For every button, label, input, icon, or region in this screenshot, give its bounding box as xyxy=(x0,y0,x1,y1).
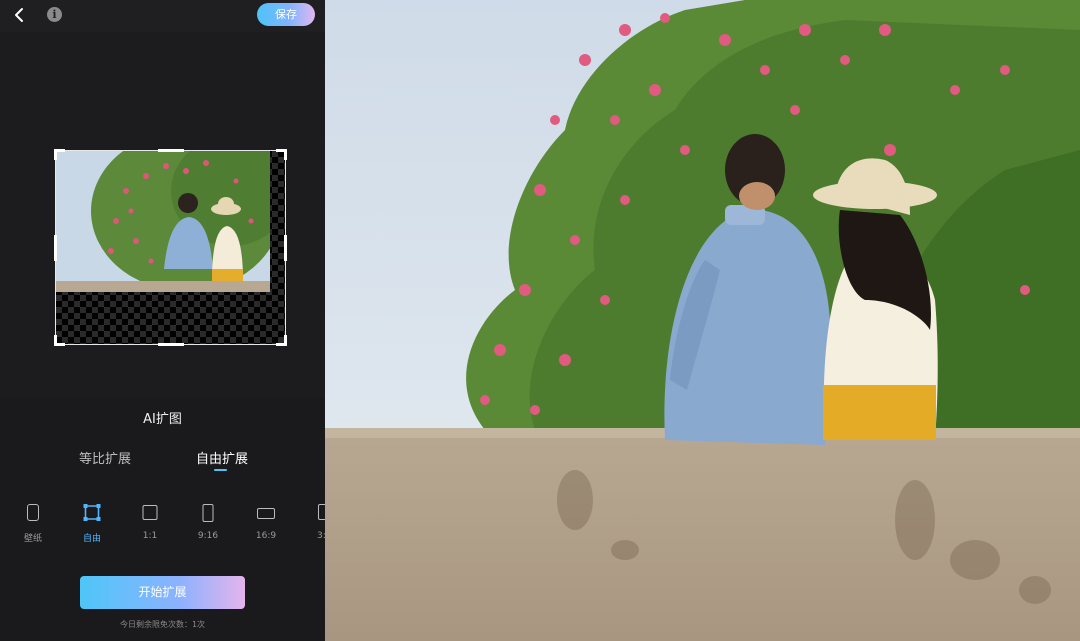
ratio-icon xyxy=(318,504,325,520)
top-bar: i 保存 xyxy=(0,0,325,32)
ratio-16-9[interactable]: 16:9 xyxy=(246,504,286,548)
portrait-icon xyxy=(202,504,214,522)
canvas-preview xyxy=(0,32,325,398)
ratio-3-x[interactable]: 3: xyxy=(305,504,325,548)
preview-thumbnail xyxy=(56,151,270,292)
ratio-1-1[interactable]: 1:1 xyxy=(130,504,170,548)
edge-handle-left[interactable] xyxy=(54,235,57,261)
square-icon xyxy=(142,505,158,520)
ratio-wallpaper[interactable]: 壁纸 xyxy=(13,504,53,548)
corner-handle-bl-v[interactable] xyxy=(54,335,57,346)
expanded-photo xyxy=(325,0,1080,641)
corner-handle-br-v[interactable] xyxy=(284,335,287,346)
tab-proportional-expand[interactable]: 等比扩展 xyxy=(79,448,131,467)
edge-handle-top[interactable] xyxy=(158,149,184,152)
corner-handle-tr-v[interactable] xyxy=(284,149,287,160)
phone-icon xyxy=(27,504,39,521)
ratio-free[interactable]: 自由 xyxy=(72,504,112,548)
back-icon[interactable] xyxy=(10,5,28,25)
panel-title: AI扩图 xyxy=(143,412,182,427)
expand-frame[interactable] xyxy=(54,149,287,346)
edit-panel: i 保存 AI扩图 等比扩展 自由扩展 壁纸 自由 1:1 9:16 16:9 … xyxy=(0,0,325,641)
control-area: AI扩图 等比扩展 自由扩展 壁纸 自由 1:1 9:16 16:9 3: 开始… xyxy=(0,398,325,641)
free-quota-text: 今日剩余限免次数：1次 xyxy=(119,620,206,629)
free-crop-icon xyxy=(83,504,101,521)
corner-handle-tl-v[interactable] xyxy=(54,149,57,160)
edge-handle-bottom[interactable] xyxy=(158,343,184,346)
save-button[interactable]: 保存 xyxy=(257,3,315,26)
info-icon[interactable]: i xyxy=(47,7,62,22)
start-expand-button[interactable]: 开始扩展 xyxy=(80,576,245,609)
landscape-icon xyxy=(257,508,275,519)
edge-handle-right[interactable] xyxy=(284,235,287,261)
active-tab-indicator xyxy=(214,469,227,471)
ratio-9-16[interactable]: 9:16 xyxy=(188,504,228,548)
tab-free-expand[interactable]: 自由扩展 xyxy=(196,448,248,467)
